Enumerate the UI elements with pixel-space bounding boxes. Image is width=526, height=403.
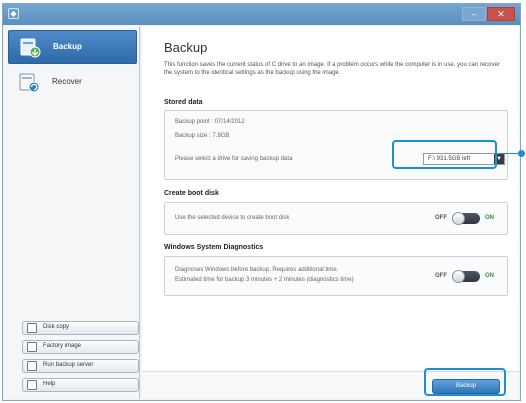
- factory-image-icon: [27, 342, 37, 352]
- tool-label: Factory image: [43, 343, 82, 349]
- help-button[interactable]: Help: [22, 378, 139, 392]
- backup-icon: [20, 38, 41, 58]
- backup-server-icon: [27, 361, 37, 371]
- stored-data-label: Stored data: [164, 99, 203, 106]
- toggle-on-label: ON: [485, 215, 494, 221]
- page-description: This function saves the current status o…: [164, 62, 500, 76]
- boot-disk-label: Create boot disk: [164, 190, 219, 197]
- main-content: Backup This function saves the current s…: [142, 26, 519, 399]
- close-icon: ✕: [497, 9, 505, 19]
- sidebar-item-label: Recover: [52, 77, 82, 86]
- app-window: ◆ – ✕ Backup Recover Disk copy Factory i…: [2, 3, 521, 401]
- drive-select-prompt: Please select a drive for saving backup …: [175, 156, 293, 162]
- sidebar-item-backup[interactable]: Backup: [8, 30, 137, 64]
- tool-label: Disk copy: [43, 324, 70, 330]
- toggle-knob: [452, 270, 465, 283]
- help-icon: [27, 380, 37, 390]
- page-title: Backup: [164, 40, 208, 55]
- sidebar-item-recover[interactable]: Recover: [8, 66, 137, 100]
- diagnostics-line-1: Diagnoses Windows before backup. Require…: [175, 267, 339, 273]
- backup-button-highlight: [424, 368, 506, 396]
- tool-label: Help: [43, 381, 56, 387]
- toggle-off-label: OFF: [435, 215, 447, 221]
- minimize-icon: –: [471, 9, 477, 19]
- disk-copy-button[interactable]: Disk copy: [22, 321, 139, 335]
- toggle-off-label: OFF: [435, 273, 447, 279]
- close-button[interactable]: ✕: [487, 7, 515, 21]
- titlebar: ◆ – ✕: [3, 4, 520, 25]
- recover-icon: [19, 73, 40, 93]
- drive-select-highlight: [392, 140, 497, 169]
- disk-copy-icon: [27, 323, 37, 333]
- boot-disk-panel: Use the selected device to create boot d…: [164, 202, 508, 235]
- toggle-on-label: ON: [485, 273, 494, 279]
- factory-image-button[interactable]: Factory image: [22, 340, 139, 354]
- minimize-button[interactable]: –: [462, 7, 486, 21]
- tool-label: Run backup server: [43, 362, 94, 368]
- diagnostics-panel: Diagnoses Windows before backup. Require…: [164, 256, 508, 296]
- toggle-knob: [452, 212, 465, 225]
- backup-size: Backup size : 7.9GB: [175, 133, 230, 139]
- diagnostics-toggle[interactable]: [452, 270, 480, 283]
- boot-disk-toggle[interactable]: [452, 212, 480, 225]
- backup-point: Backup point : 07/14/2012: [175, 119, 245, 125]
- app-logo-icon: ◆: [8, 8, 19, 19]
- sidebar-item-label: Backup: [53, 42, 82, 51]
- diagnostics-line-2: Estimated time for backup 3 minutes + 2 …: [175, 277, 354, 283]
- boot-disk-text: Use the selected device to create boot d…: [175, 215, 290, 221]
- sidebar: Backup Recover Disk copy Factory image R…: [4, 26, 140, 399]
- diagnostics-label: Windows System Diagnostics: [164, 244, 264, 251]
- callout-dot: [518, 150, 525, 157]
- backup-server-button[interactable]: Run backup server: [22, 359, 139, 373]
